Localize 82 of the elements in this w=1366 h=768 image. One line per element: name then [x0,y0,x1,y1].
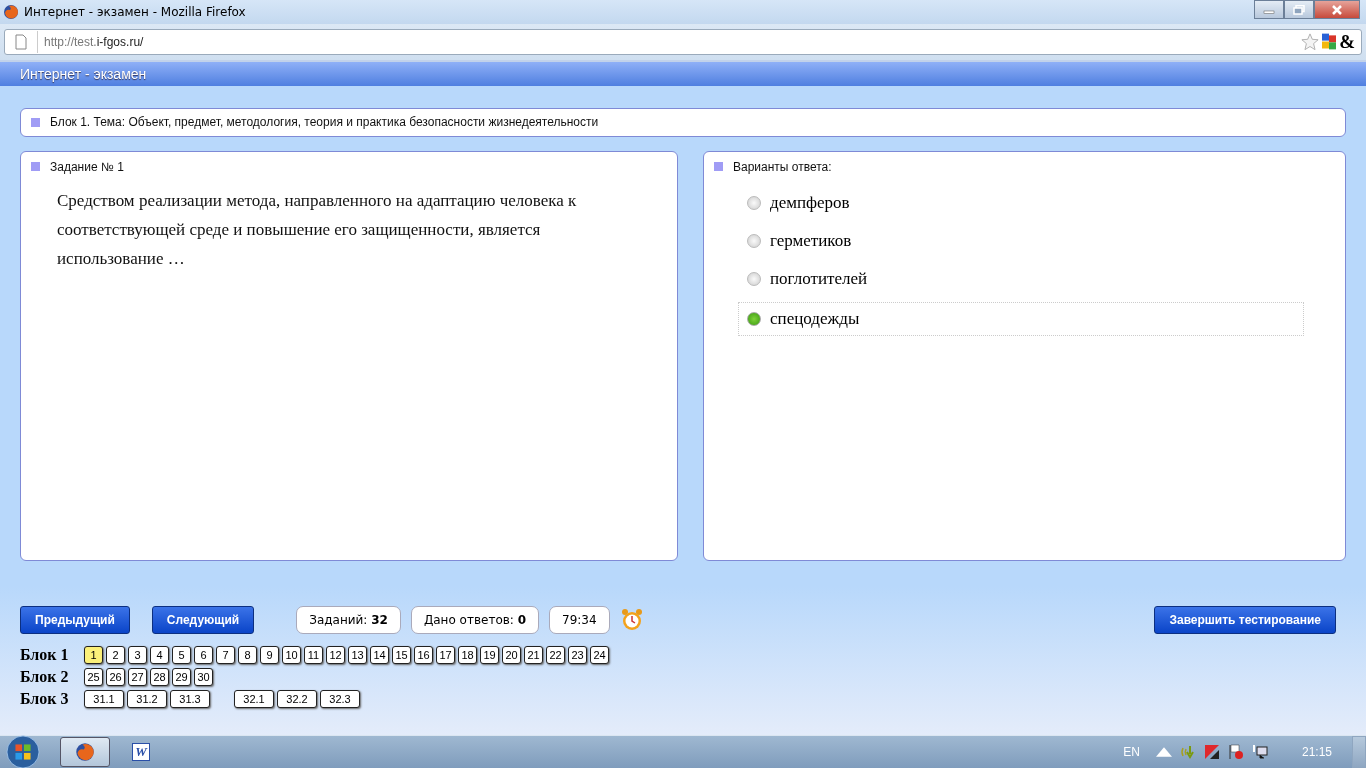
question-number-button[interactable]: 8 [238,646,257,665]
radio-button[interactable] [747,195,761,210]
question-number-button[interactable]: 9 [260,646,279,665]
answer-option[interactable]: спецодежды [738,301,1304,336]
question-text: Средством реализации метода, направленного на адаптацию человека к соответствующей среде и повышение его защищенности, является использование … [57,189,578,270]
antivirus-icon[interactable] [1203,744,1220,760]
question-number-button[interactable]: 21 [524,646,543,665]
question-number-button[interactable]: 31.2 [127,690,167,709]
radio-button[interactable] [747,233,761,248]
question-number-button[interactable]: 19 [480,646,499,665]
address-bar[interactable]: http://test.i-fgos.ru/ & [4,28,1362,55]
star-icon[interactable] [1301,32,1320,51]
question-number-button[interactable]: 6 [194,646,213,665]
question-number-button[interactable]: 30 [194,668,213,687]
question-number-button[interactable]: 1 [84,646,103,665]
finish-button[interactable]: Завершить тестирование [1154,605,1336,634]
square-bullet-icon [31,117,40,127]
question-number-button[interactable]: 17 [436,646,455,665]
block-label: Блок 2 [20,668,70,687]
flag-error-icon[interactable] [1227,744,1244,760]
question-number-button[interactable]: 16 [414,646,433,665]
minimize-button[interactable] [1254,0,1284,19]
timer: 79:34 [549,605,610,634]
question-number-button[interactable]: 23 [568,646,587,665]
addon-glyph[interactable]: & [1339,30,1355,53]
page-icon [15,33,27,50]
topic-text: Блок 1. Тема: Объект, предмет, методология, теория и практика безопасности жизнедеятельности [50,115,599,130]
question-number-button[interactable]: 31.3 [170,690,210,709]
square-bullet-icon [31,162,40,172]
close-icon [1331,4,1343,15]
question-number-button[interactable]: 25 [84,668,103,687]
answer-option[interactable]: герметиков [738,225,1304,256]
answer-option[interactable]: демпферов [738,187,1304,218]
page-title: Интернет - экзамен [20,65,147,82]
alarm-clock-icon [619,607,644,632]
tasks-counter: Заданий: 32 [296,605,401,634]
question-number-button[interactable]: 32.1 [234,690,274,709]
block-label: Блок 3 [20,690,70,709]
question-number-button[interactable]: 28 [150,668,169,687]
question-number-button[interactable]: 32.3 [320,690,360,709]
restore-icon [1293,4,1305,15]
word-taskbar-button[interactable]: W [116,737,166,767]
question-number-button[interactable]: 20 [502,646,521,665]
question-number-button[interactable]: 32.2 [277,690,317,709]
browser-taskbar-button[interactable] [60,737,110,767]
question-number-button[interactable]: 12 [326,646,345,665]
question-number-button[interactable]: 13 [348,646,367,665]
question-number-button[interactable]: 5 [172,646,191,665]
url-text: http://test.i-fgos.ru/ [37,30,144,53]
previous-button[interactable]: Предыдущий [20,605,130,634]
next-button[interactable]: Следующий [151,605,255,634]
question-number-button[interactable]: 29 [172,668,191,687]
restore-button[interactable] [1284,0,1314,19]
question-number-button[interactable]: 15 [392,646,411,665]
window-title: Интернет - экзамен - Mozilla Firefox [24,4,247,19]
question-number-button[interactable]: 3 [128,646,147,665]
question-number-button[interactable]: 31.1 [84,690,124,709]
answers-heading: Варианты ответа: [733,159,832,174]
answers-counter: Дано ответов: 0 [410,605,540,634]
question-number-button[interactable]: 10 [282,646,301,665]
toolbar-addon-icon[interactable] [1322,33,1337,51]
start-button-icon[interactable] [6,735,40,768]
browser-logo-icon [3,3,19,20]
question-heading: Задание № 1 [50,159,124,174]
question-number-button[interactable]: 7 [216,646,235,665]
question-number-button[interactable]: 14 [370,646,389,665]
block-label: Блок 1 [20,646,70,665]
browser-logo-icon [75,742,95,762]
network-icon[interactable] [1251,744,1268,760]
radio-button[interactable] [747,271,761,286]
question-number-button[interactable]: 24 [590,646,609,665]
square-bullet-icon [714,162,723,172]
question-number-button[interactable]: 22 [546,646,565,665]
question-number-button[interactable]: 27 [128,668,147,687]
close-button[interactable] [1314,0,1360,19]
question-number-button[interactable]: 18 [458,646,477,665]
radio-button[interactable] [747,311,761,326]
question-number-button[interactable]: 11 [304,646,323,665]
question-number-button[interactable]: 4 [150,646,169,665]
question-number-button[interactable]: 2 [106,646,125,665]
question-number-button[interactable]: 26 [106,668,125,687]
answer-option[interactable]: поглотителей [738,263,1304,294]
